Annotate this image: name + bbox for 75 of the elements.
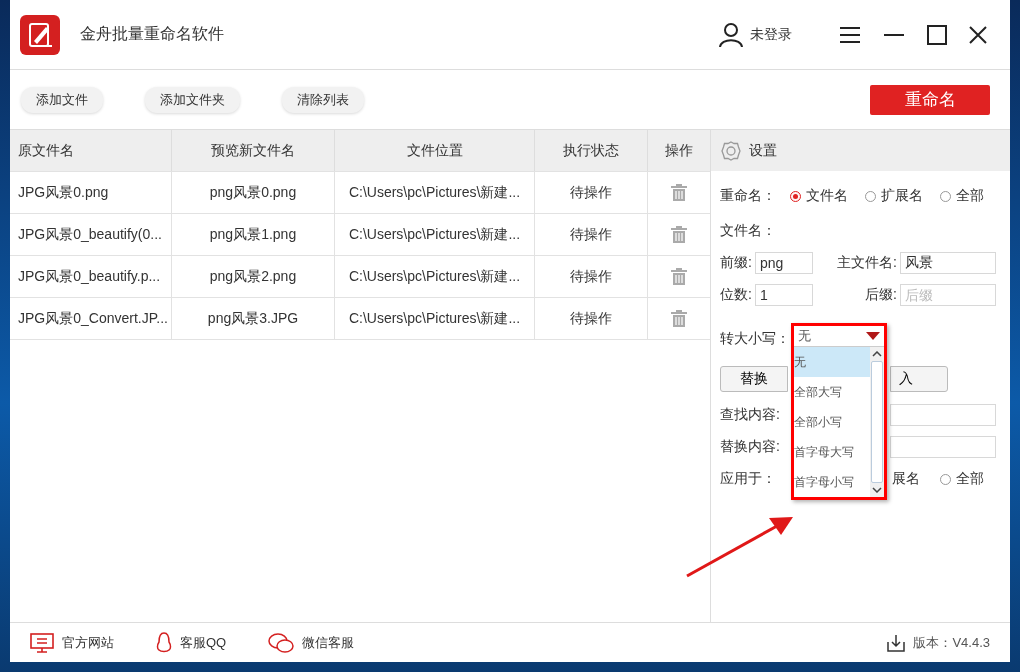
monitor-icon[interactable] (30, 632, 54, 653)
field-label: 后缀: (865, 286, 897, 304)
field-label: 重命名： (720, 187, 776, 205)
dropdown-option[interactable]: 全部小写 (794, 407, 870, 437)
maximize-icon[interactable] (927, 24, 947, 45)
insert-button[interactable]: 入 (890, 366, 948, 392)
table-cell: C:\Users\pc\Pictures\新建... (335, 214, 535, 255)
radio-option-label[interactable]: 展名 (892, 470, 920, 488)
chat-icon[interactable] (268, 631, 295, 654)
main-name-field[interactable]: 风景 (900, 252, 996, 274)
table-cell: C:\Users\pc\Pictures\新建... (335, 256, 535, 297)
radio-label[interactable]: 全部 (956, 470, 984, 488)
column-header: 文件位置 (335, 130, 535, 171)
table-cell: JPG风景0_Convert.JP... (10, 298, 172, 339)
section-label: 文件名： (720, 222, 776, 240)
column-header: 操作 (664, 140, 694, 160)
suffix-field[interactable]: 后缀 (900, 284, 996, 306)
radio-label[interactable]: 扩展名 (881, 187, 923, 205)
scrollbar[interactable] (870, 347, 884, 497)
field-label: 转大小写： (720, 330, 790, 348)
table-cell: png风景2.png (172, 256, 335, 297)
table-cell: JPG风景0.png (10, 172, 172, 213)
field-label: 替换内容: (720, 438, 781, 456)
radio-button[interactable] (790, 190, 801, 202)
toolbar-button[interactable]: 清除列表 (282, 86, 364, 113)
field-label: 前缀: (720, 254, 752, 272)
dropdown-option[interactable]: 无 (794, 347, 870, 377)
scroll-up-icon[interactable] (872, 351, 882, 357)
field-label: 应用于： (720, 470, 776, 488)
table-cell: 待操作 (535, 214, 648, 255)
field-label: 查找内容: (720, 406, 781, 424)
column-header: 原文件名 (10, 130, 172, 171)
close-icon[interactable] (969, 25, 987, 44)
download-icon[interactable] (887, 633, 906, 652)
table-cell: png风景0.png (172, 172, 335, 213)
version-text: 版本：V4.4.3 (913, 633, 990, 652)
field-label: 位数: (720, 286, 752, 304)
table-cell: JPG风景0_beautify.p... (10, 256, 172, 297)
window-title: 金舟批量重命名软件 (80, 24, 224, 44)
table-cell: png风景3.JPG (172, 298, 335, 339)
dropdown-option[interactable]: 首字母大写 (794, 437, 870, 467)
table-cell: png风景1.png (172, 214, 335, 255)
dropdown-option[interactable]: 首字母小写 (794, 467, 870, 497)
login-status[interactable]: 未登录 (750, 25, 792, 44)
table-cell: C:\Users\pc\Pictures\新建... (335, 298, 535, 339)
footer-link[interactable]: 微信客服 (302, 633, 355, 652)
dropdown-option[interactable]: 全部大写 (794, 377, 870, 407)
table-cell: JPG风景0_beautify(0... (10, 214, 172, 255)
table-cell: 待操作 (535, 172, 648, 213)
toolbar-button[interactable]: 添加文件夹 (145, 86, 240, 113)
menu-icon[interactable] (839, 25, 861, 44)
footer-link[interactable]: 官方网站 (62, 633, 114, 652)
digits-field[interactable]: 1 (754, 284, 813, 306)
minimize-icon[interactable] (883, 32, 905, 37)
find-field[interactable] (890, 404, 996, 426)
replace-field[interactable] (890, 436, 996, 458)
app-logo-icon (20, 14, 60, 55)
radio-label[interactable]: 全部 (956, 187, 984, 205)
panel-title: 设置 (749, 141, 777, 160)
field-label: 主文件名: (837, 254, 897, 272)
footer-link[interactable]: 客服QQ (180, 633, 227, 652)
replace-button[interactable]: 替换 (720, 366, 788, 392)
toolbar-button[interactable]: 添加文件 (21, 86, 103, 113)
rename-button[interactable]: 重命名 (870, 84, 990, 115)
table-cell: 待操作 (535, 256, 648, 297)
prefix-field[interactable]: png (754, 252, 813, 274)
column-header: 预览新文件名 (172, 130, 335, 171)
table-cell: C:\Users\pc\Pictures\新建... (335, 172, 535, 213)
scroll-down-icon[interactable] (872, 487, 882, 493)
radio-label[interactable]: 文件名 (806, 187, 848, 205)
table-cell: 待操作 (535, 298, 648, 339)
user-icon[interactable] (718, 21, 744, 48)
column-header: 执行状态 (535, 130, 648, 171)
caret-icon (866, 332, 880, 340)
settings-icon (721, 140, 741, 161)
